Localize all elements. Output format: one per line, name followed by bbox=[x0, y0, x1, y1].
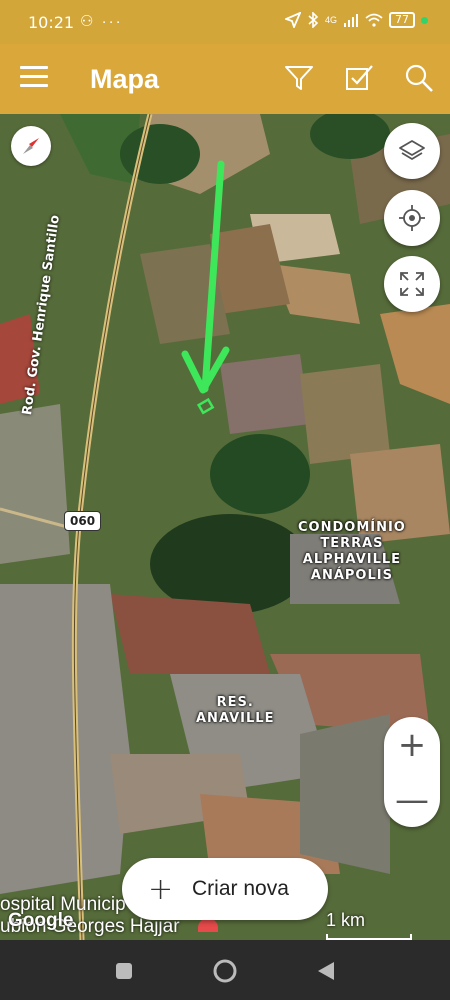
notification-icons: ⚇ ··· bbox=[80, 13, 123, 30]
battery-indicator: 77 bbox=[389, 12, 415, 28]
filter-icon[interactable] bbox=[283, 62, 315, 94]
zoom-out-button[interactable]: — bbox=[384, 772, 440, 827]
place-line: CONDOMÍNIO bbox=[298, 520, 406, 535]
layers-icon[interactable] bbox=[384, 123, 440, 179]
checklist-icon[interactable] bbox=[343, 62, 375, 94]
app-bar: Mapa bbox=[0, 44, 450, 114]
create-new-label: Criar nova bbox=[192, 877, 289, 900]
map-marker[interactable] bbox=[198, 918, 218, 932]
bluetooth-icon bbox=[308, 12, 319, 28]
scale-label: 1 km bbox=[326, 910, 366, 930]
status-time: 10:21 bbox=[28, 13, 75, 32]
location-arrow-icon bbox=[284, 12, 301, 28]
status-right-icons: 4G 77 bbox=[284, 12, 428, 28]
place-line: ANAVILLE bbox=[196, 711, 275, 726]
privacy-dot bbox=[421, 16, 428, 24]
create-new-button[interactable]: + Criar nova bbox=[122, 858, 328, 920]
menu-icon[interactable] bbox=[20, 66, 48, 90]
compass-icon[interactable] bbox=[11, 126, 51, 166]
place-label-alphaville: CONDOMÍNIO TERRAS ALPHAVILLE ANÁPOLIS bbox=[298, 520, 406, 584]
status-bar: 10:21 ⚇ ··· 4G 77 bbox=[0, 0, 450, 44]
google-attribution: Google bbox=[8, 910, 74, 931]
my-location-icon[interactable] bbox=[384, 190, 440, 246]
place-line: TERRAS bbox=[320, 536, 384, 551]
back-icon[interactable] bbox=[316, 961, 336, 981]
wifi-icon bbox=[365, 13, 383, 27]
signal-icon bbox=[344, 14, 358, 27]
zoom-control: + — bbox=[384, 717, 440, 827]
place-line: ANÁPOLIS bbox=[310, 568, 393, 583]
place-line: RES. bbox=[216, 695, 254, 710]
fullscreen-icon[interactable] bbox=[384, 256, 440, 312]
place-label-anaville: RES. ANAVILLE bbox=[196, 695, 274, 727]
network-type: 4G bbox=[324, 15, 337, 25]
road-shield: 060 bbox=[64, 511, 102, 531]
plus-icon: + bbox=[148, 871, 174, 907]
recents-icon[interactable] bbox=[115, 962, 133, 980]
place-line: ALPHAVILLE bbox=[302, 552, 402, 567]
page-title: Mapa bbox=[90, 64, 160, 94]
home-icon[interactable] bbox=[212, 958, 238, 984]
zoom-in-button[interactable]: + bbox=[384, 717, 440, 772]
system-nav-bar bbox=[0, 940, 450, 1000]
map-view[interactable]: Rod. Gov. Henrique Santillo 060 CONDOMÍN… bbox=[0, 114, 450, 940]
search-icon[interactable] bbox=[403, 62, 435, 94]
